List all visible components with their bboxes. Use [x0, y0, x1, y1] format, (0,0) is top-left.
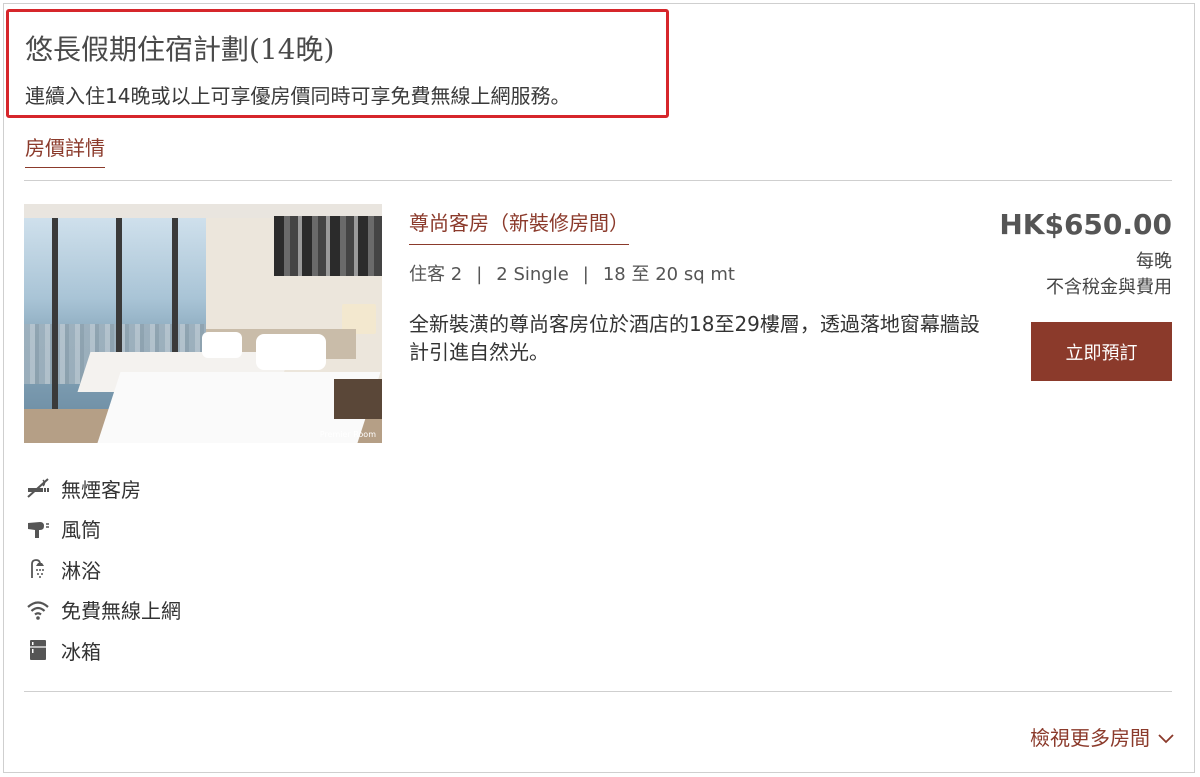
- book-now-button[interactable]: 立即預訂: [1031, 322, 1172, 381]
- amenity-label: 冰箱: [61, 639, 101, 664]
- room-image-pillow: [256, 334, 326, 370]
- room-bed-type: 2 Single: [496, 264, 569, 285]
- divider: [24, 691, 1172, 692]
- view-more-rooms-label: 檢視更多房間: [1030, 726, 1150, 750]
- amenity-item: 免費無線上網: [25, 590, 181, 631]
- room-description: 全新裝潢的尊尚客房位於酒店的18至29樓層，透過落地窗幕牆設計引進自然光。: [409, 312, 980, 364]
- room-image[interactable]: Premier Room: [24, 204, 382, 443]
- amenity-item: 風筒: [25, 509, 181, 550]
- room-guests: 住客 2: [409, 264, 463, 285]
- room-image-pillow: [202, 332, 242, 358]
- amenity-item: 冰箱: [25, 630, 181, 671]
- wifi-icon: [25, 598, 51, 622]
- room-size: 18 至 20 sq mt: [602, 264, 735, 285]
- per-night-label: 每晚: [1136, 251, 1172, 272]
- divider: [24, 180, 1172, 181]
- plan-description: 連續入住14晚或以上可享優房價同時可享免費無線上網服務。: [25, 84, 571, 108]
- chevron-down-icon: [1158, 725, 1174, 749]
- room-image-nightstand: [334, 379, 382, 419]
- shower-icon: [25, 557, 51, 581]
- spec-separator: |: [582, 264, 589, 285]
- spec-separator: |: [476, 264, 483, 285]
- amenity-label: 風筒: [61, 518, 101, 543]
- amenity-label: 淋浴: [61, 558, 101, 583]
- room-image-mullion: [52, 218, 58, 418]
- amenity-label: 無煙客房: [61, 477, 141, 502]
- amenities-list: 無煙客房 風筒 淋浴 免費無線上網 冰箱: [25, 468, 181, 671]
- rate-details-link[interactable]: 房價詳情: [25, 132, 105, 168]
- no-smoking-icon: [25, 476, 51, 500]
- room-name-link[interactable]: 尊尚客房（新裝修房間）: [409, 207, 629, 245]
- room-price: HK$650.00: [999, 208, 1172, 241]
- fridge-icon: [25, 638, 51, 662]
- amenity-item: 無煙客房: [25, 468, 181, 509]
- amenity-item: 淋浴: [25, 549, 181, 590]
- hair-dryer-icon: [25, 517, 51, 541]
- room-specs: 住客 2 | 2 Single | 18 至 20 sq mt: [409, 260, 735, 286]
- plan-title: 悠長假期住宿計劃(14晚): [25, 33, 335, 66]
- room-image-caption: Premier Room: [319, 430, 376, 439]
- room-image-artwork: [274, 216, 382, 276]
- view-more-rooms-link[interactable]: 檢視更多房間: [1030, 722, 1174, 751]
- amenity-label: 免費無線上網: [61, 599, 181, 624]
- tax-note: 不含稅金與費用: [1046, 277, 1172, 298]
